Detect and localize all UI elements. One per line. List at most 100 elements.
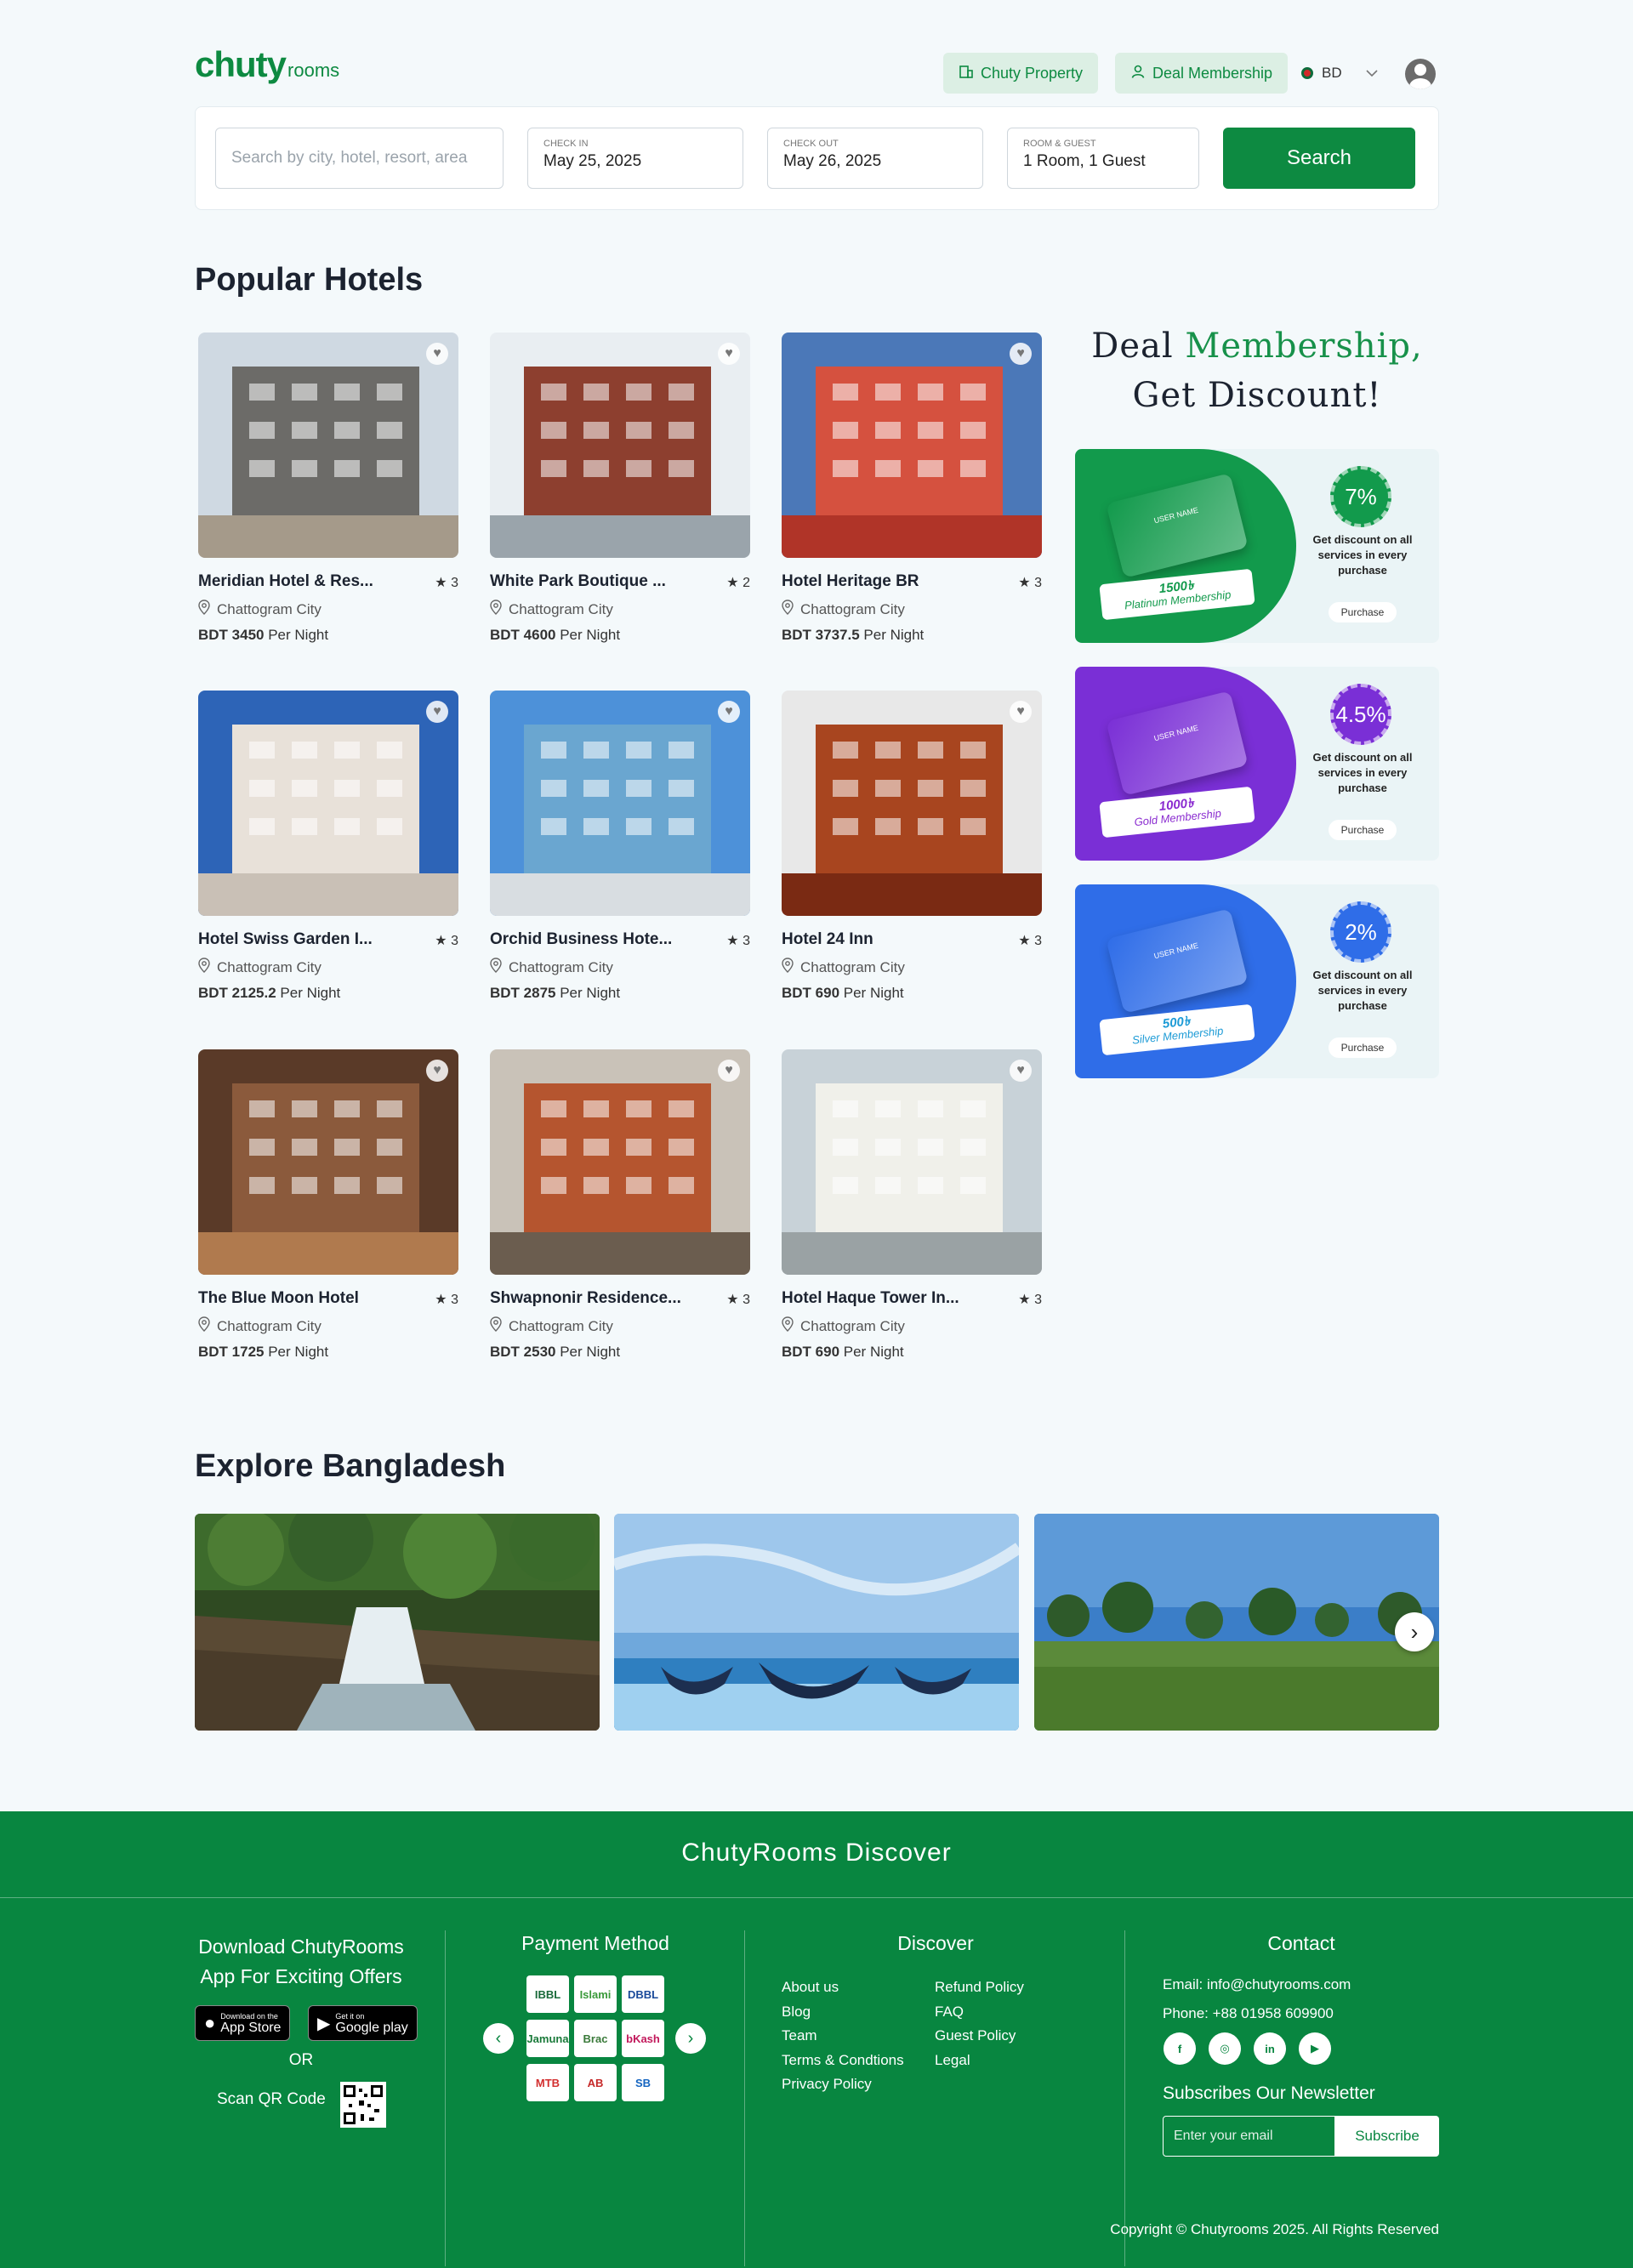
contact-phone[interactable]: Phone: +88 01958 609900 (1163, 2005, 1334, 2022)
explore-title: Explore Bangladesh (195, 1448, 506, 1484)
deal-membership-button[interactable]: Deal Membership (1115, 53, 1289, 94)
facebook-icon[interactable]: f (1164, 2032, 1196, 2065)
hotel-card[interactable]: ♥ Orchid Business Hote... ★ 3 Chattogram Ci… (490, 691, 750, 1001)
favorite-heart-icon[interactable]: ♥ (1010, 343, 1032, 365)
explore-beach-image[interactable] (614, 1514, 1019, 1731)
hotel-card[interactable]: ♥ Meridian Hotel & Res... ★ 3 Chattogram Ci… (198, 333, 458, 643)
chevron-down-icon (1366, 65, 1378, 82)
hotel-image[interactable]: ♥ (490, 333, 750, 558)
footer-column-divider (1124, 1930, 1125, 2266)
explore-mangrove-image[interactable] (1034, 1514, 1439, 1731)
search-button[interactable]: Search (1223, 128, 1415, 189)
app-store-button[interactable]: ● Download on the App Store (195, 2005, 291, 2041)
discount-badge: 4.5% (1330, 684, 1391, 745)
membership-title: Deal Membership, Get Discount! (1091, 327, 1423, 415)
hotel-name[interactable]: Shwapnonir Residence... (490, 1289, 703, 1308)
payment-logo: Islami (574, 1975, 617, 2013)
location-pin-icon (782, 958, 794, 977)
hotel-image[interactable]: ♥ (198, 1049, 458, 1275)
room-guest-field[interactable]: ROOM & GUEST 1 Room, 1 Guest (1007, 128, 1199, 189)
location-pin-icon (490, 600, 502, 619)
location-pin-icon (782, 600, 794, 619)
membership-card[interactable]: USER NAME 500৳ Silver Membership 2% Get disc… (1075, 884, 1439, 1078)
search-input[interactable]: Search by city, hotel, resort, area (215, 128, 504, 189)
payment-next-button[interactable]: › (675, 2023, 706, 2054)
hotel-image[interactable]: ♥ (198, 333, 458, 558)
purchase-button[interactable]: Purchase (1329, 1037, 1397, 1058)
hotel-image[interactable]: ♥ (782, 333, 1042, 558)
favorite-heart-icon[interactable]: ♥ (718, 1060, 740, 1082)
hotel-name[interactable]: Hotel Swiss Garden I... (198, 930, 411, 949)
favorite-heart-icon[interactable]: ♥ (718, 343, 740, 365)
hotel-image[interactable]: ♥ (490, 691, 750, 916)
hotel-card[interactable]: ♥ Hotel Swiss Garden I... ★ 3 Chattogram Ci… (198, 691, 458, 1001)
purchase-button[interactable]: Purchase (1329, 602, 1397, 622)
footer-column-divider (744, 1930, 745, 2266)
payment-prev-button[interactable]: ‹ (483, 2023, 514, 2054)
hotel-name[interactable]: Meridian Hotel & Res... (198, 572, 411, 591)
discover-heading: Discover (897, 1932, 974, 1954)
footer-link[interactable]: Terms & Condtions (782, 2052, 904, 2069)
logo[interactable]: chuty rooms (195, 44, 339, 85)
youtube-icon[interactable]: ▶ (1299, 2032, 1331, 2065)
hotel-card[interactable]: ♥ Hotel 24 Inn ★ 3 Chattogram City BDT 690 P… (782, 691, 1042, 1001)
hotel-location: Chattogram City (198, 600, 321, 619)
check-out-field[interactable]: CHECK OUT May 26, 2025 (767, 128, 983, 189)
favorite-heart-icon[interactable]: ♥ (426, 1060, 448, 1082)
language-selector[interactable]: BD (1301, 53, 1378, 94)
hotel-rating: ★ 3 (1018, 1293, 1042, 1307)
hotel-name[interactable]: The Blue Moon Hotel (198, 1289, 411, 1308)
contact-email[interactable]: Email: info@chutyrooms.com (1163, 1976, 1351, 1993)
hotel-price: BDT 2875 Per Night (490, 985, 621, 1001)
newsletter-email-input[interactable]: Enter your email (1163, 2116, 1335, 2157)
favorite-heart-icon[interactable]: ♥ (426, 701, 448, 723)
hotel-card[interactable]: ♥ Hotel Haque Tower In... ★ 3 Chattogram Ci… (782, 1049, 1042, 1360)
explore-waterfall-image[interactable] (195, 1514, 600, 1731)
footer-link[interactable]: Refund Policy (935, 1979, 1024, 1996)
hotel-name[interactable]: Hotel 24 Inn (782, 930, 994, 949)
favorite-heart-icon[interactable]: ♥ (426, 343, 448, 365)
carousel-next-button[interactable]: › (1395, 1612, 1434, 1651)
footer-link[interactable]: Team (782, 2027, 817, 2044)
hotel-name[interactable]: White Park Boutique ... (490, 572, 703, 591)
hotel-image[interactable]: ♥ (782, 691, 1042, 916)
avatar[interactable] (1405, 59, 1436, 89)
linkedin-icon[interactable]: in (1254, 2032, 1286, 2065)
footer-link[interactable]: FAQ (935, 2004, 964, 2021)
footer-link[interactable]: Blog (782, 2004, 811, 2021)
hotel-card[interactable]: ♥ The Blue Moon Hotel ★ 3 Chattogram City BD… (198, 1049, 458, 1360)
hotel-rating: ★ 3 (435, 934, 458, 948)
hotel-image[interactable]: ♥ (782, 1049, 1042, 1275)
footer-link[interactable]: Privacy Policy (782, 2076, 872, 2093)
hotel-image[interactable]: ♥ (198, 691, 458, 916)
check-in-field[interactable]: CHECK IN May 25, 2025 (527, 128, 743, 189)
contact-heading: Contact (1267, 1932, 1335, 1954)
purchase-button[interactable]: Purchase (1329, 820, 1397, 840)
hotel-card[interactable]: ♥ Shwapnonir Residence... ★ 3 Chattogram Ci… (490, 1049, 750, 1360)
chuty-property-button[interactable]: Chuty Property (943, 53, 1099, 94)
hotel-name[interactable]: Hotel Haque Tower In... (782, 1289, 994, 1308)
hotel-card[interactable]: ♥ White Park Boutique ... ★ 2 Chattogram Ci… (490, 333, 750, 643)
chevron-left-icon: ‹ (495, 2028, 502, 2048)
membership-card[interactable]: USER NAME 1000৳ Gold Membership 4.5% Get dis… (1075, 667, 1439, 861)
google-play-button[interactable]: ▶ Get it on Google play (308, 2005, 418, 2041)
subscribe-button[interactable]: Subscribe (1335, 2116, 1439, 2157)
hotel-price: BDT 690 Per Night (782, 1344, 904, 1360)
hotel-name[interactable]: Hotel Heritage BR (782, 572, 994, 591)
footer-link[interactable]: About us (782, 1979, 839, 1996)
footer-link[interactable]: Legal (935, 2052, 970, 2069)
hotel-card[interactable]: ♥ Hotel Heritage BR ★ 3 Chattogram City BDT … (782, 333, 1042, 643)
membership-card[interactable]: USER NAME 1500৳ Platinum Membership 7% Get d… (1075, 449, 1439, 643)
payment-method-heading: Payment Method (521, 1932, 669, 1954)
location-pin-icon (490, 958, 502, 977)
hotel-image[interactable]: ♥ (490, 1049, 750, 1275)
hotel-price: BDT 4600 Per Night (490, 627, 621, 643)
hotel-name[interactable]: Orchid Business Hote... (490, 930, 703, 949)
hotel-price: BDT 690 Per Night (782, 985, 904, 1001)
favorite-heart-icon[interactable]: ♥ (718, 701, 740, 723)
favorite-heart-icon[interactable]: ♥ (1010, 701, 1032, 723)
hotel-rating: ★ 3 (1018, 934, 1042, 948)
footer-link[interactable]: Guest Policy (935, 2027, 1016, 2044)
favorite-heart-icon[interactable]: ♥ (1010, 1060, 1032, 1082)
instagram-icon[interactable]: ◎ (1209, 2032, 1241, 2065)
